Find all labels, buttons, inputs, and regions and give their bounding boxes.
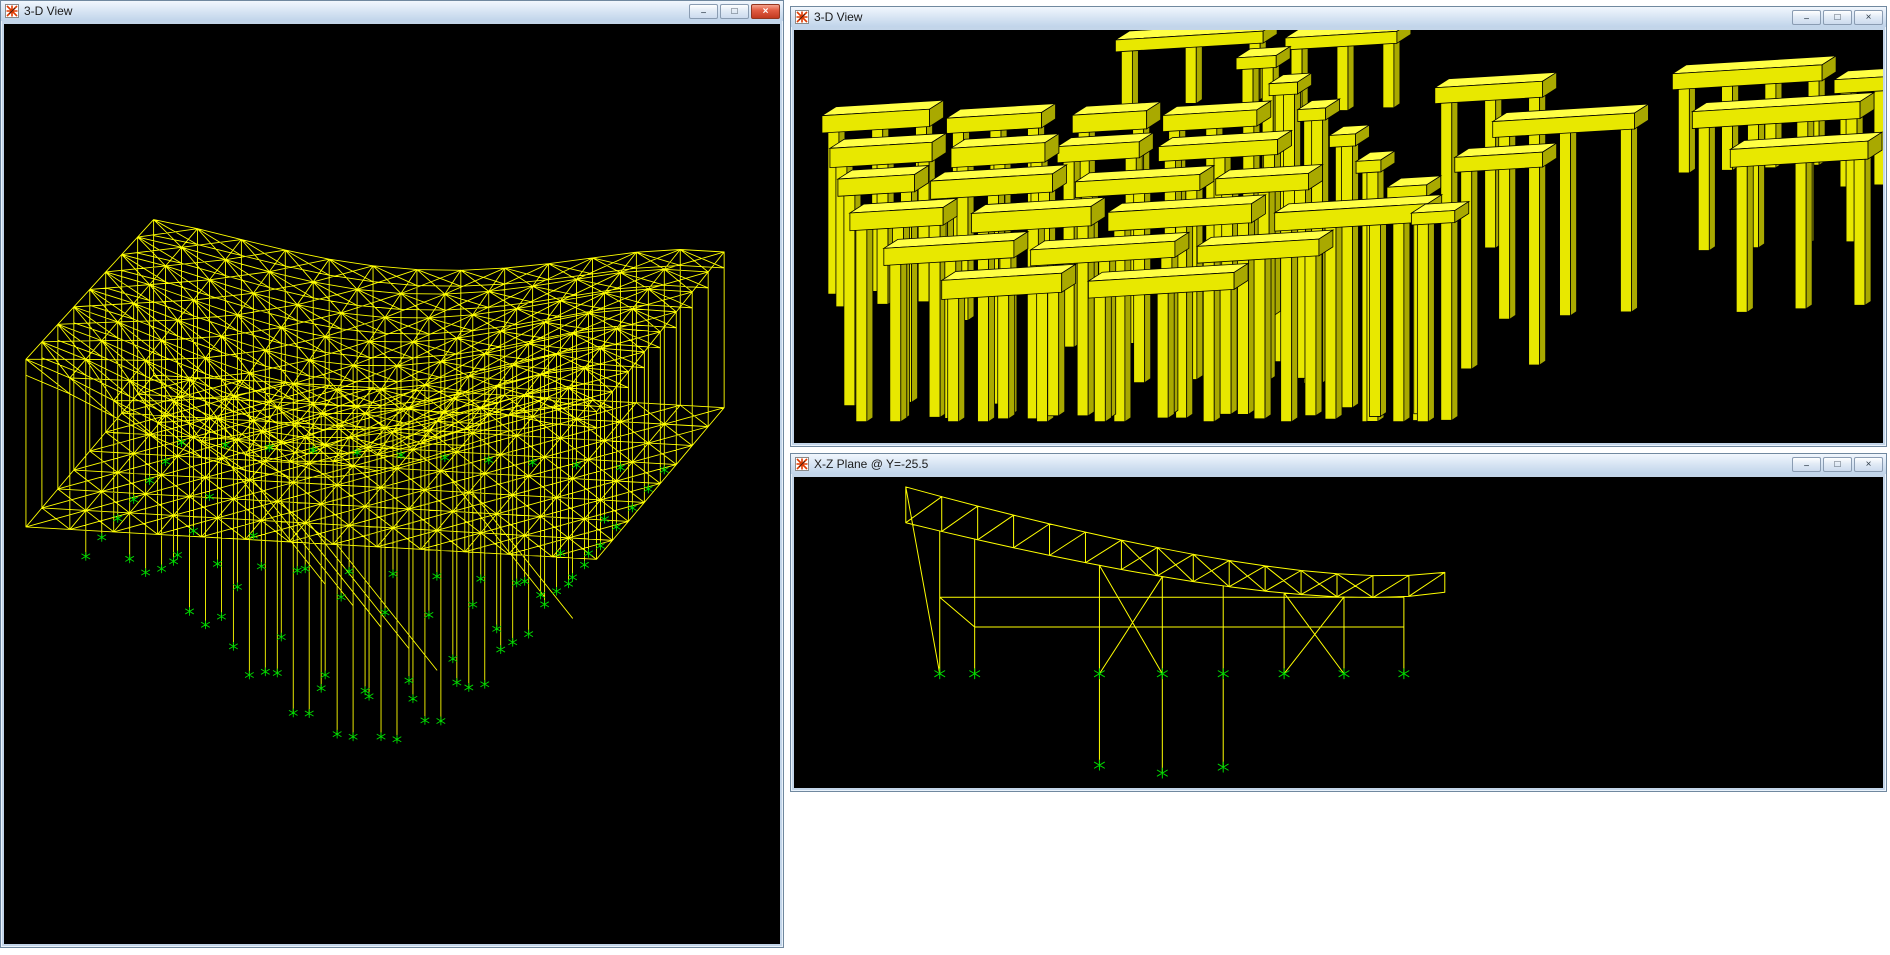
titlebar-extruded-3d[interactable]: 3-D View − □ ×	[791, 7, 1886, 27]
xz-plane-viewport[interactable]	[794, 477, 1883, 788]
maximize-button[interactable]: □	[1823, 10, 1852, 25]
maximize-button[interactable]: □	[1823, 457, 1852, 472]
titlebar-xz-plane[interactable]: X-Z Plane @ Y=-25.5 − □ ×	[791, 454, 1886, 474]
close-button[interactable]: ×	[751, 4, 780, 19]
window-title: 3-D View	[814, 7, 1787, 27]
main-3d-viewport-frame	[4, 24, 780, 944]
titlebar-main-3d[interactable]: 3-D View − □ ×	[1, 1, 783, 21]
extruded-3d-viewport[interactable]	[794, 30, 1883, 443]
app-icon	[5, 4, 19, 18]
minimize-button[interactable]: −	[1792, 457, 1821, 472]
minimize-button[interactable]: −	[689, 4, 718, 19]
window-xz-plane: X-Z Plane @ Y=-25.5 − □ ×	[790, 453, 1887, 792]
close-button[interactable]: ×	[1854, 10, 1883, 25]
app-icon	[795, 457, 809, 471]
minimize-button[interactable]: −	[1792, 10, 1821, 25]
window-title: X-Z Plane @ Y=-25.5	[814, 454, 1787, 474]
maximize-button[interactable]: □	[720, 4, 749, 19]
app-icon	[795, 10, 809, 24]
window-3d-view-main: 3-D View − □ ×	[0, 0, 784, 948]
window-title: 3-D View	[24, 1, 684, 21]
close-button[interactable]: ×	[1854, 457, 1883, 472]
main-3d-viewport[interactable]	[4, 24, 780, 944]
xz-plane-viewport-frame	[794, 477, 1883, 788]
extruded-3d-viewport-frame	[794, 30, 1883, 443]
window-3d-view-extruded: 3-D View − □ ×	[790, 6, 1887, 447]
